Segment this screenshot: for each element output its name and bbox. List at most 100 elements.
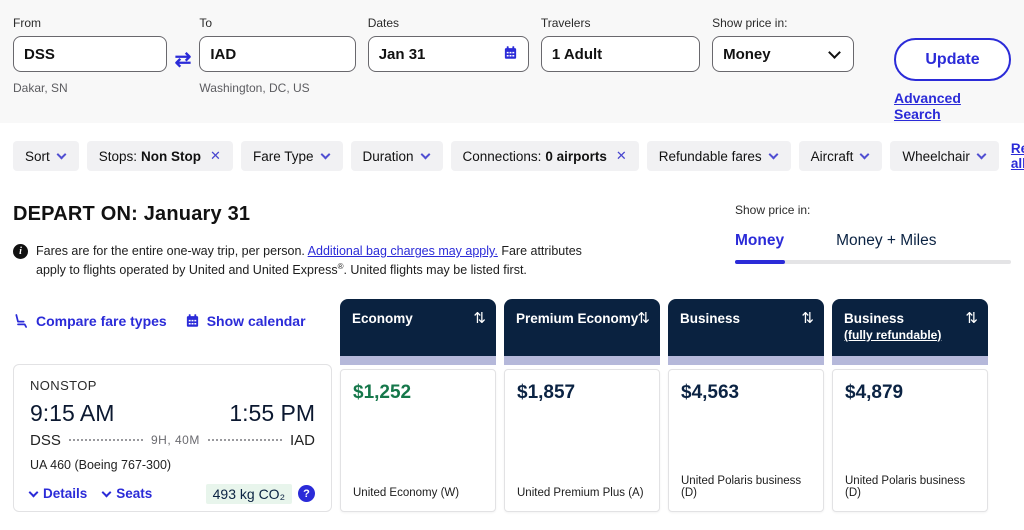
compare-fare-types-link[interactable]: Compare fare types xyxy=(13,313,167,329)
fare-column-header-economy[interactable]: Economy ⇅ xyxy=(340,298,496,365)
to-input[interactable]: IAD xyxy=(199,36,356,72)
fare-actions: Compare fare types Show calendar xyxy=(13,299,332,365)
fare-cell-business[interactable]: $4,563 United Polaris business (D) xyxy=(668,368,824,512)
chevron-down-icon xyxy=(828,45,841,59)
seats-toggle[interactable]: Seats xyxy=(101,486,152,501)
travelers-input[interactable]: 1 Adult xyxy=(540,36,701,72)
advanced-search-link[interactable]: Advanced Search xyxy=(894,90,1011,122)
from-field-group: From DSS Dakar, SN xyxy=(13,16,167,95)
fare-price: $4,879 xyxy=(845,381,904,403)
fare-grid: Compare fare types Show calendar Economy… xyxy=(13,298,1011,512)
chip-value: Non Stop xyxy=(141,148,202,164)
close-icon[interactable]: ✕ xyxy=(210,148,221,164)
travelers-label: Travelers xyxy=(540,16,591,30)
fare-cell-premium-economy[interactable]: $1,857 United Premium Plus (A) xyxy=(504,368,660,512)
flight-card: NONSTOP 9:15 AM 1:55 PM DSS 9H, 40M IAD … xyxy=(13,363,332,512)
co2-emissions-badge: 493 kg CO₂ xyxy=(205,483,292,504)
results-header: DEPART ON: January 31 i Fares are for th… xyxy=(13,203,1011,281)
filter-chip-duration[interactable]: Duration xyxy=(350,141,443,171)
tab-money[interactable]: Money xyxy=(735,232,784,250)
filter-chips-row: Sort Stops: Non Stop ✕ Fare Type Duratio… xyxy=(13,141,1024,171)
fare-price: $1,857 xyxy=(517,381,576,403)
price-toggle-label: Show price in: xyxy=(735,203,811,217)
chip-label: Sort xyxy=(25,148,50,164)
disclaimer-text: Fares are for the entire one-way trip, p… xyxy=(36,244,308,258)
cabin-label: United Polaris business (D) xyxy=(845,474,966,499)
bag-charges-link[interactable]: Additional bag charges may apply. xyxy=(308,244,498,258)
close-icon[interactable]: ✕ xyxy=(616,148,627,164)
tab-money-miles[interactable]: Money + Miles xyxy=(836,232,936,250)
to-sub-label: Washington, DC, US xyxy=(199,81,310,95)
search-bar: From DSS Dakar, SN ⇄ To IAD Washington, … xyxy=(0,0,1024,123)
origin-code: DSS xyxy=(30,431,61,449)
chip-label: Wheelchair xyxy=(902,148,970,164)
show-calendar-link[interactable]: Show calendar xyxy=(185,313,306,329)
departure-time: 9:15 AM xyxy=(30,399,115,426)
chevron-down-icon xyxy=(859,149,870,160)
calendar-icon[interactable] xyxy=(503,45,518,64)
dates-field-group: Dates Jan 31 xyxy=(367,16,530,72)
price-in-select[interactable]: Money xyxy=(712,36,854,72)
to-field-group: To IAD Washington, DC, US xyxy=(199,16,356,95)
chip-value: 0 airports xyxy=(545,148,607,164)
cabin-label: United Economy (W) xyxy=(353,486,460,499)
sort-icon[interactable]: ⇅ xyxy=(637,309,650,327)
to-label: To xyxy=(199,16,213,30)
cabin-label: United Premium Plus (A) xyxy=(517,486,644,499)
filter-chip-refundable[interactable]: Refundable fares xyxy=(646,141,791,171)
filter-chip-wheelchair[interactable]: Wheelchair xyxy=(890,141,999,171)
filter-chip-connections[interactable]: Connections: 0 airports ✕ xyxy=(450,141,639,171)
chevron-down-icon xyxy=(320,149,330,160)
chip-label: Connections: xyxy=(462,148,542,164)
depart-heading: DEPART ON: January 31 xyxy=(13,203,251,225)
info-icon: i xyxy=(13,244,28,259)
filter-chip-fare-type[interactable]: Fare Type xyxy=(240,141,343,171)
chip-label: Duration xyxy=(362,148,414,164)
chevron-down-icon xyxy=(768,149,779,160)
dates-label: Dates xyxy=(367,16,400,30)
chevron-down-icon xyxy=(101,487,112,498)
flight-number-aircraft: UA 460 (Boeing 767-300) xyxy=(30,457,172,472)
sort-icon[interactable]: ⇅ xyxy=(473,309,486,327)
price-in-label: Show price in: xyxy=(712,16,788,30)
price-in-field-group: Show price in: Money xyxy=(712,16,854,72)
fare-column-header-business-refundable[interactable]: Business (fully refundable) ⇅ xyxy=(832,298,988,365)
dates-value: Jan 31 xyxy=(378,45,426,63)
chip-label: Stops: xyxy=(98,148,138,164)
stops-label: NONSTOP xyxy=(30,377,97,393)
seat-icon xyxy=(15,314,27,328)
filter-chip-stops[interactable]: Stops: Non Stop ✕ xyxy=(86,141,233,171)
disclaimer-text: . United flights may be listed first. xyxy=(343,263,527,278)
fare-disclaimer: i Fares are for the entire one-way trip,… xyxy=(13,242,611,281)
update-button[interactable]: Update xyxy=(893,38,1011,81)
route-line xyxy=(68,439,143,442)
chip-label: Aircraft xyxy=(810,148,854,164)
refundable-note-link[interactable]: (fully refundable) xyxy=(844,328,976,344)
price-in-value: Money xyxy=(723,45,771,63)
chevron-down-icon xyxy=(976,149,987,160)
fare-cell-economy[interactable]: $1,252 United Economy (W) xyxy=(340,368,496,512)
calendar-icon xyxy=(186,314,198,328)
filter-chip-sort[interactable]: Sort xyxy=(13,141,79,171)
travelers-field-group: Travelers 1 Adult xyxy=(540,16,701,72)
sort-icon[interactable]: ⇅ xyxy=(965,309,978,327)
from-label: From xyxy=(13,16,41,30)
fare-column-header-premium-economy[interactable]: Premium Economy ⇅ xyxy=(504,298,660,365)
fare-column-header-business[interactable]: Business ⇅ xyxy=(668,298,824,365)
dates-input[interactable]: Jan 31 xyxy=(367,36,530,72)
help-icon[interactable]: ? xyxy=(298,485,315,503)
destination-code: IAD xyxy=(289,431,315,449)
reset-all-link[interactable]: Reset all xyxy=(1011,141,1024,171)
filter-chip-aircraft[interactable]: Aircraft xyxy=(798,141,883,171)
sort-icon[interactable]: ⇅ xyxy=(801,309,814,327)
swap-airports-icon[interactable]: ⇄ xyxy=(175,47,192,72)
price-toggle: Show price in: Money Money + Miles xyxy=(735,203,1011,264)
fare-price: $1,252 xyxy=(353,381,412,403)
from-input[interactable]: DSS xyxy=(13,36,167,72)
chip-label: Fare Type xyxy=(252,148,314,164)
details-toggle[interactable]: Details xyxy=(28,486,87,501)
fare-cell-business-refundable[interactable]: $4,879 United Polaris business (D) xyxy=(832,368,988,512)
from-sub-label: Dakar, SN xyxy=(13,81,68,95)
tab-track xyxy=(735,260,1011,264)
chevron-down-icon xyxy=(420,149,430,160)
